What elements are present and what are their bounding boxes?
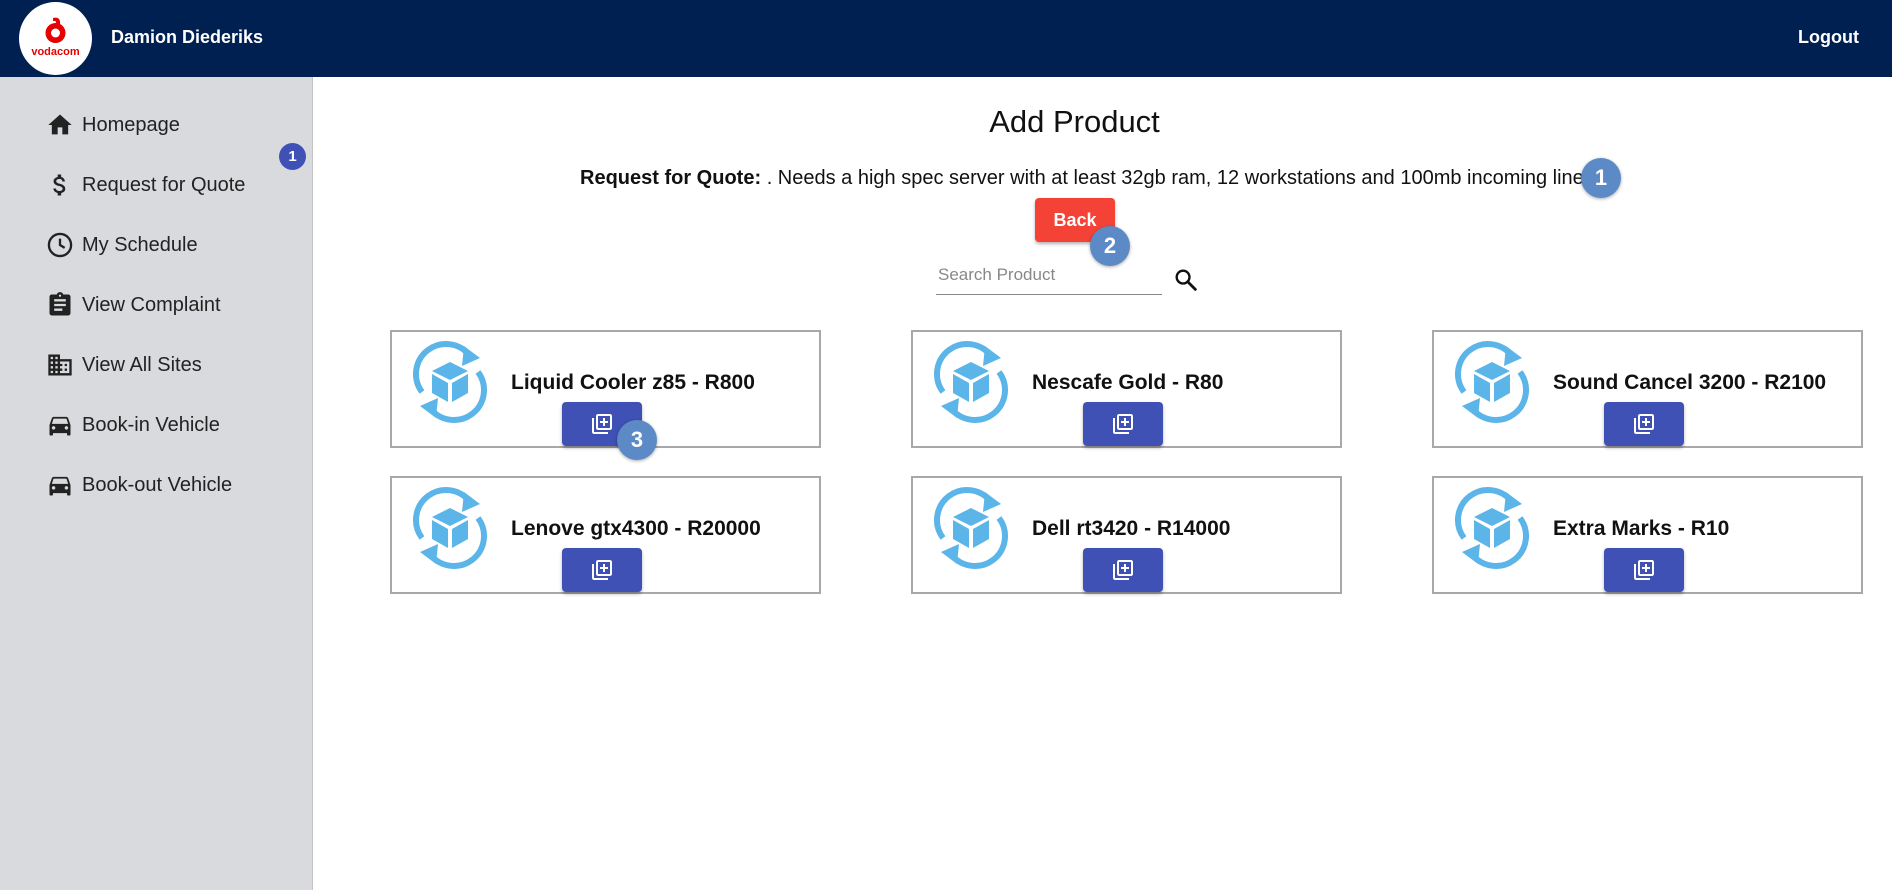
clock-icon [47, 232, 73, 258]
add-product-button[interactable] [1604, 402, 1684, 446]
sidebar-item-my-schedule[interactable]: My Schedule [46, 225, 296, 265]
top-bar: vodacom Damion Diederiks Logout [0, 0, 1892, 77]
vodacom-logo-icon [45, 17, 66, 43]
sidebar: Homepage Request for Quote My Schedule V… [0, 77, 313, 890]
package-sync-icon [1455, 487, 1529, 569]
product-card: Dell rt3420 - R14000 [911, 476, 1342, 594]
sidebar-item-view-all-sites[interactable]: View All Sites [46, 345, 296, 385]
add-to-list-icon [1634, 414, 1654, 434]
product-card: Extra Marks - R10 [1432, 476, 1863, 594]
add-to-list-icon [1634, 560, 1654, 580]
product-card: Liquid Cooler z85 - R800 [390, 330, 821, 448]
sidebar-item-label: View All Sites [82, 353, 202, 376]
sidebar-item-label: Book-out Vehicle [82, 473, 233, 496]
sidebar-item-book-in-vehicle[interactable]: Book-in Vehicle [46, 405, 296, 445]
sidebar-item-label: View Complaint [82, 293, 221, 316]
notification-badge: 1 [279, 143, 306, 170]
sidebar-item-label: Request for Quote [82, 173, 246, 196]
add-product-button[interactable] [1083, 548, 1163, 592]
sidebar-item-view-complaint[interactable]: View Complaint [46, 285, 296, 325]
package-sync-icon [413, 341, 487, 423]
product-title: Sound Cancel 3200 - R2100 [1553, 371, 1827, 394]
product-title: Extra Marks - R10 [1553, 517, 1730, 540]
add-to-list-icon [592, 414, 612, 434]
package-sync-icon [1455, 341, 1529, 423]
product-card: Nescafe Gold - R80 [911, 330, 1342, 448]
sidebar-item-homepage[interactable]: Homepage [46, 105, 296, 145]
search-icon[interactable] [1172, 266, 1200, 294]
product-title: Dell rt3420 - R14000 [1032, 517, 1231, 540]
sidebar-item-label: Book-in Vehicle [82, 413, 220, 436]
rfq-label: Request for Quote: [580, 167, 762, 189]
product-title: Lenove gtx4300 - R20000 [511, 517, 761, 540]
search-field [936, 258, 1166, 295]
building-icon [48, 354, 72, 376]
product-title: Liquid Cooler z85 - R800 [511, 371, 755, 394]
step-marker-3: 3 [617, 420, 657, 460]
page-title: Add Product [989, 104, 1160, 139]
add-to-list-icon [592, 560, 612, 580]
add-to-list-icon [1113, 414, 1133, 434]
package-sync-icon [934, 341, 1008, 423]
package-sync-icon [413, 487, 487, 569]
sidebar-item-request-for-quote[interactable]: Request for Quote [46, 165, 296, 205]
add-to-list-icon [1113, 560, 1133, 580]
add-product-button[interactable] [1604, 548, 1684, 592]
clipboard-icon [49, 292, 71, 316]
sidebar-item-book-out-vehicle[interactable]: Book-out Vehicle [46, 465, 296, 505]
vodacom-logo: vodacom [19, 2, 92, 75]
sidebar-item-label: My Schedule [82, 233, 198, 256]
package-sync-icon [934, 487, 1008, 569]
add-product-button[interactable] [562, 548, 642, 592]
step-marker-1: 1 [1581, 158, 1621, 198]
dollar-icon [53, 174, 66, 196]
logout-button[interactable]: Logout [1798, 27, 1859, 48]
product-title: Nescafe Gold - R80 [1032, 371, 1224, 394]
search-input[interactable] [936, 258, 1166, 292]
sidebar-item-label: Homepage [82, 113, 180, 136]
product-card: Lenove gtx4300 - R20000 [390, 476, 821, 594]
user-name: Damion Diederiks [111, 27, 264, 47]
logo-text: vodacom [31, 46, 80, 58]
product-card: Sound Cancel 3200 - R2100 [1432, 330, 1863, 448]
car-icon [49, 416, 71, 436]
car-icon [49, 476, 71, 496]
add-product-button[interactable] [1083, 402, 1163, 446]
rfq-text: . Needs a high spec server with at least… [766, 167, 1584, 189]
home-icon [48, 114, 72, 135]
